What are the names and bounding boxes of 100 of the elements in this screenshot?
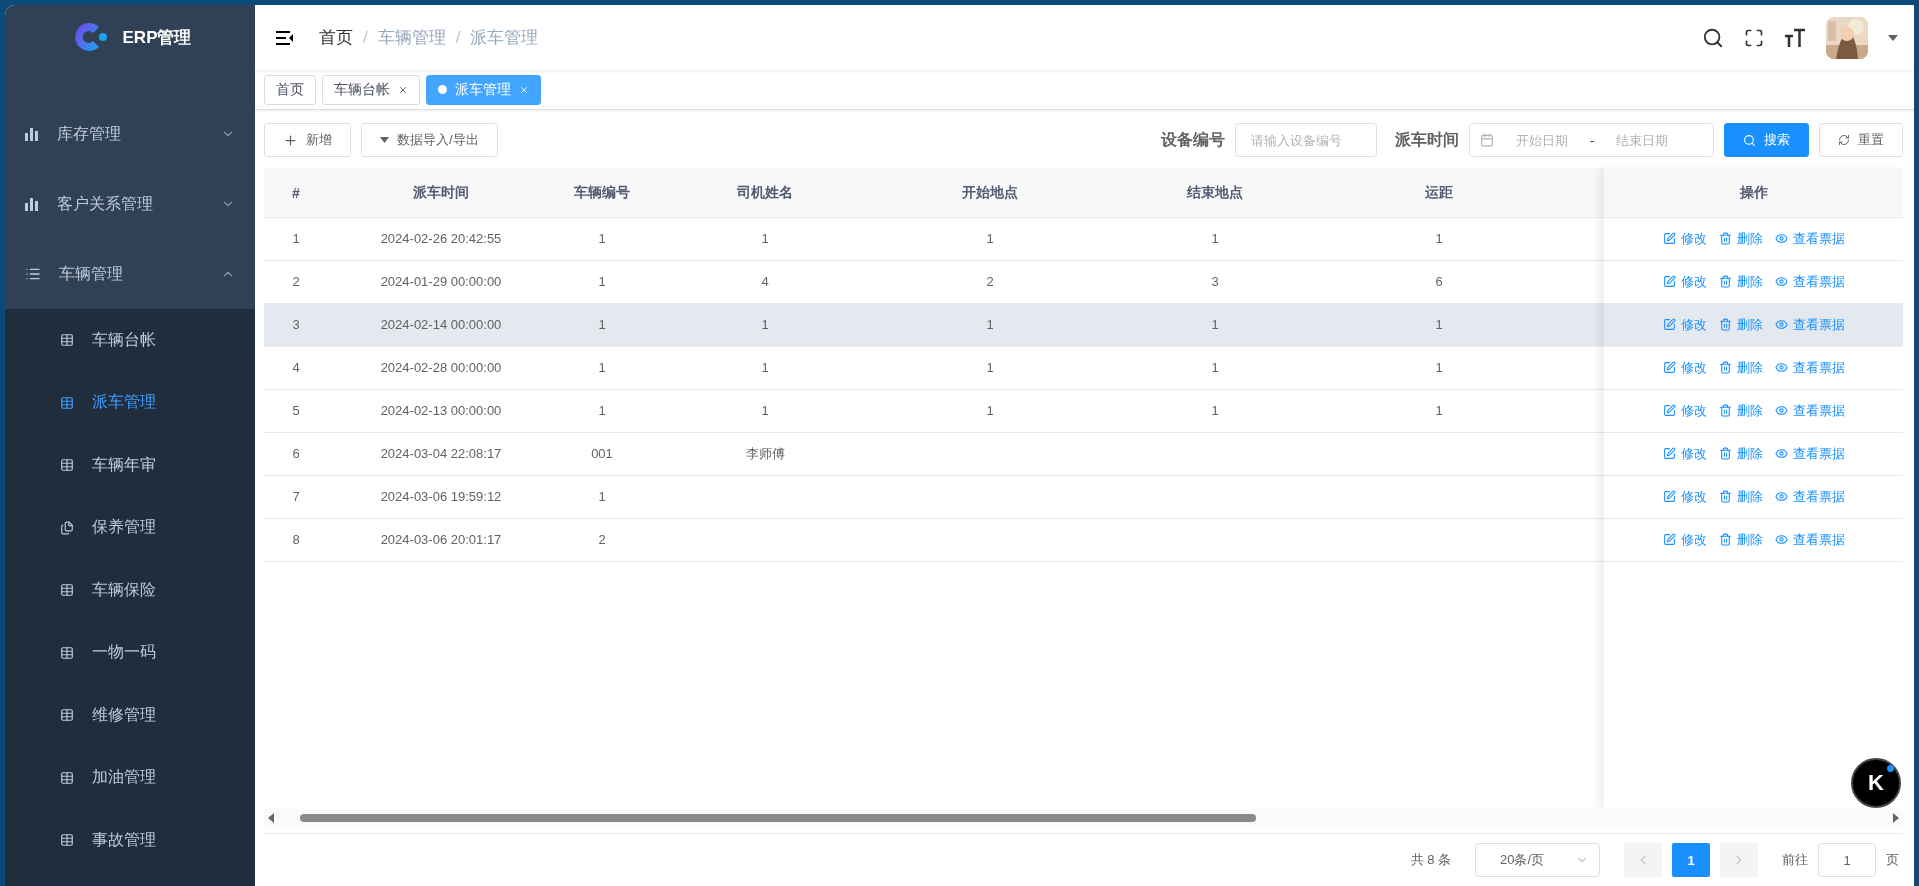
scroll-right-icon[interactable]	[1893, 813, 1899, 823]
action-link[interactable]: 修改	[1662, 487, 1707, 506]
table-cell-text: 1	[597, 402, 607, 421]
list-icon	[25, 266, 41, 282]
input-field[interactable]: 请输入设备编号	[1235, 123, 1377, 157]
table-cell-text: 5	[291, 402, 301, 421]
breadcrumb-separator: /	[455, 27, 461, 48]
action-link[interactable]: 修改	[1662, 401, 1707, 420]
action-link[interactable]: 查看票据	[1774, 272, 1845, 291]
delete-icon	[1718, 275, 1732, 289]
submenu-item[interactable]: 事故管理	[5, 809, 255, 872]
table-cell-text: 2024-02-26 20:42:55	[379, 230, 503, 249]
table-cell-text: 1	[1210, 359, 1220, 378]
table-cell-text: 2024-02-13 00:00:00	[379, 402, 503, 421]
action-link[interactable]: 删除	[1718, 229, 1763, 248]
table-cell-text: 3	[291, 316, 301, 335]
table-cell-text: 1	[1434, 230, 1444, 249]
table-cell-text: 001	[590, 445, 614, 464]
column-header: 运距	[1424, 182, 1454, 202]
edit-icon	[1662, 447, 1676, 461]
action-link[interactable]: 删除	[1718, 530, 1763, 549]
table-cell-text: 7	[291, 488, 301, 507]
submenu-item[interactable]: 维修管理	[5, 684, 255, 747]
table-cell-text: 2024-03-04 22:08:17	[379, 445, 503, 464]
submenu-item[interactable]: 一物一码	[5, 621, 255, 684]
filter-label: 派车时间	[1395, 129, 1459, 150]
table-cell-text: 6	[291, 445, 301, 464]
date-range-field[interactable]: 开始日期 - 结束日期	[1469, 123, 1714, 157]
submenu-item[interactable]: 车辆年审	[5, 434, 255, 497]
table-cell-text: 1	[985, 230, 995, 249]
action-link[interactable]: 修改	[1662, 530, 1707, 549]
menu-fold-icon[interactable]	[275, 29, 295, 46]
close-icon[interactable]	[398, 84, 408, 95]
action-link[interactable]: 查看票据	[1774, 487, 1845, 506]
breadcrumb-item[interactable]: 车辆管理	[377, 26, 446, 49]
search-icon	[1743, 133, 1756, 147]
table-icon	[60, 833, 74, 848]
edit-icon	[1662, 232, 1676, 246]
eye-icon	[1774, 361, 1788, 375]
table-cell-text: 1	[1434, 316, 1444, 335]
action-link[interactable]: 删除	[1718, 315, 1763, 334]
table-cell-text: 1	[985, 402, 995, 421]
search-icon[interactable]	[1702, 26, 1724, 49]
submenu-item[interactable]: 车辆保险	[5, 559, 255, 622]
reset-button[interactable]: 重置	[1819, 123, 1903, 157]
edit-icon	[1662, 490, 1676, 504]
table-cell-text: 1	[760, 230, 770, 249]
search-button[interactable]: 搜索	[1724, 123, 1809, 157]
submenu-item[interactable]: 保养管理	[5, 496, 255, 559]
table-cell-text: 李师傅	[744, 444, 786, 463]
eye-icon	[1774, 533, 1788, 547]
tab[interactable]: 首页	[264, 74, 316, 105]
goto-label: 前往	[1782, 851, 1808, 869]
breadcrumb-item[interactable]: 首页	[319, 26, 353, 49]
table-cell-text: 2024-02-28 00:00:00	[379, 359, 503, 378]
fullscreen-icon[interactable]	[1744, 27, 1764, 48]
delete-icon	[1718, 318, 1732, 332]
floating-button[interactable]: K	[1851, 758, 1901, 808]
action-link[interactable]: 查看票据	[1774, 444, 1845, 463]
action-link[interactable]: 查看票据	[1774, 229, 1845, 248]
action-link[interactable]: 查看票据	[1774, 401, 1845, 420]
action-link[interactable]: 删除	[1718, 487, 1763, 506]
action-link[interactable]: 查看票据	[1774, 530, 1845, 549]
page-input[interactable]: 1	[1818, 843, 1876, 877]
caret-down-icon[interactable]	[1888, 34, 1898, 41]
table-cell-text: 1	[1210, 402, 1220, 421]
table-cell-text: 4	[760, 273, 770, 292]
action-link[interactable]: 查看票据	[1774, 358, 1845, 377]
scroll-left-icon[interactable]	[268, 813, 274, 823]
table-cell-text: 2024-03-06 20:01:17	[379, 531, 503, 550]
edit-icon	[1662, 404, 1676, 418]
action-link[interactable]: 删除	[1718, 358, 1763, 377]
horizontal-scrollbar[interactable]	[264, 809, 1903, 827]
page-button[interactable]: 1	[1672, 843, 1710, 877]
action-link[interactable]: 修改	[1662, 272, 1707, 291]
tab[interactable]: 车辆台帐	[322, 74, 420, 105]
action-link[interactable]: 查看票据	[1774, 315, 1845, 334]
action-link[interactable]: 修改	[1662, 315, 1707, 334]
table-cell-text: 1	[1434, 402, 1444, 421]
table-cell-text: 1	[760, 402, 770, 421]
table-cell-text: 1	[597, 230, 607, 249]
action-link[interactable]: 修改	[1662, 444, 1707, 463]
import-export-button[interactable]: 数据导入/导出	[361, 123, 498, 157]
table-cell-text: 1	[597, 316, 607, 335]
action-link[interactable]: 修改	[1662, 358, 1707, 377]
tab[interactable]: 派车管理	[426, 74, 541, 105]
submenu-item[interactable]: 加油管理	[5, 746, 255, 809]
submenu-item[interactable]: 车辆台帐	[5, 309, 255, 372]
table-cell-text: 4	[291, 359, 301, 378]
action-link[interactable]: 删除	[1718, 444, 1763, 463]
add-button[interactable]: 新增	[264, 123, 351, 157]
submenu-item[interactable]: 派车管理	[5, 371, 255, 434]
action-link[interactable]: 删除	[1718, 272, 1763, 291]
bar-chart-icon	[25, 197, 39, 211]
page-size-select[interactable]: 20条/页	[1475, 843, 1600, 877]
table-cell-text: 2024-02-14 00:00:00	[379, 316, 503, 335]
edit-icon	[1662, 318, 1676, 332]
action-link[interactable]: 删除	[1718, 401, 1763, 420]
font-size-icon[interactable]	[1784, 27, 1806, 48]
action-link[interactable]: 修改	[1662, 229, 1707, 248]
